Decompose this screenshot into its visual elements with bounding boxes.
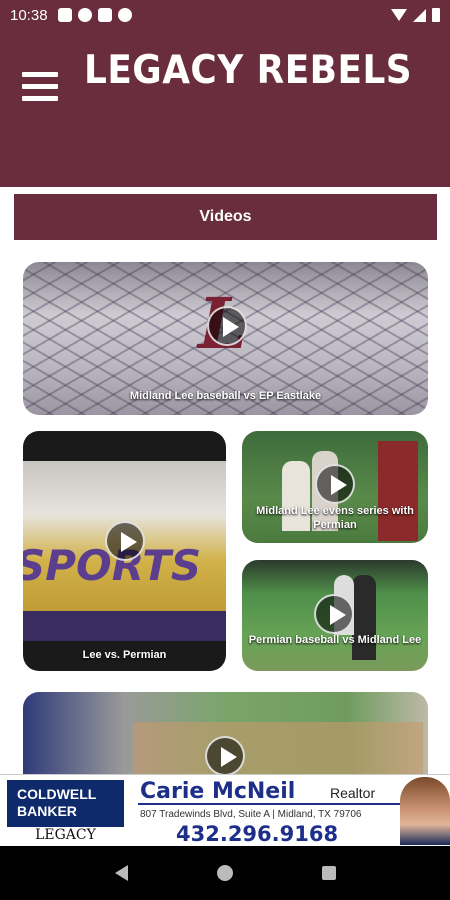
ad-banner[interactable]: COLDWELL BANKER LEGACY Carie McNeil Real… (0, 774, 450, 846)
video-card[interactable]: Permian baseball vs Midland Lee (242, 560, 428, 671)
coldwell-banker-logo: COLDWELL BANKER (7, 780, 124, 827)
thumbnail-field (133, 722, 423, 782)
a-icon (77, 8, 92, 22)
ad-agent-role: Realtor (330, 785, 376, 801)
sd-card-icon (97, 8, 112, 22)
status-right (391, 8, 440, 22)
wifi-icon (391, 9, 407, 21)
ad-agent-name: Carie McNeil (140, 779, 296, 804)
play-icon[interactable] (207, 306, 247, 346)
ad-phone: 432.296.9168 (176, 822, 339, 846)
status-time: 10:38 (10, 6, 48, 24)
ad-brand-sub: LEGACY (35, 827, 96, 843)
hamburger-menu-icon[interactable] (22, 72, 58, 104)
signal-icon (413, 8, 426, 22)
recent-apps-icon[interactable] (321, 866, 336, 880)
video-caption: Midland Lee baseball vs EP Eastlake (129, 390, 322, 402)
thumbnail-bar (23, 611, 226, 641)
video-card[interactable]: L Midland Lee baseball vs EP Eastlake (23, 262, 428, 415)
app-header: LEGACY REBELS (0, 30, 450, 187)
videos-section-header[interactable]: Videos (14, 194, 437, 240)
play-icon[interactable] (105, 521, 145, 561)
no-sync-icon (117, 8, 132, 22)
app-title: LEGACY REBELS (84, 48, 413, 93)
status-bar: 10:38 (0, 0, 450, 30)
battery-icon (432, 8, 440, 22)
back-icon[interactable] (114, 865, 128, 881)
video-card[interactable]: Midland Lee evens series with Permian (242, 431, 428, 543)
system-nav-bar (0, 846, 450, 900)
video-card[interactable] (23, 692, 428, 782)
gear-icon (57, 8, 72, 22)
video-caption: Midland Lee evens series with Permian (256, 505, 414, 531)
play-icon[interactable] (314, 594, 354, 634)
video-card[interactable]: SPORTS Lee vs. Permian (23, 431, 226, 671)
video-caption: Permian baseball vs Midland Lee (248, 634, 422, 646)
play-icon[interactable] (315, 464, 355, 504)
ad-address: 807 Tradewinds Blvd, Suite A | Midland, … (140, 809, 362, 820)
video-caption: Lee vs. Permian (82, 649, 167, 661)
play-icon[interactable] (205, 736, 245, 776)
home-icon[interactable] (216, 865, 233, 881)
ad-agent-photo (400, 777, 450, 845)
